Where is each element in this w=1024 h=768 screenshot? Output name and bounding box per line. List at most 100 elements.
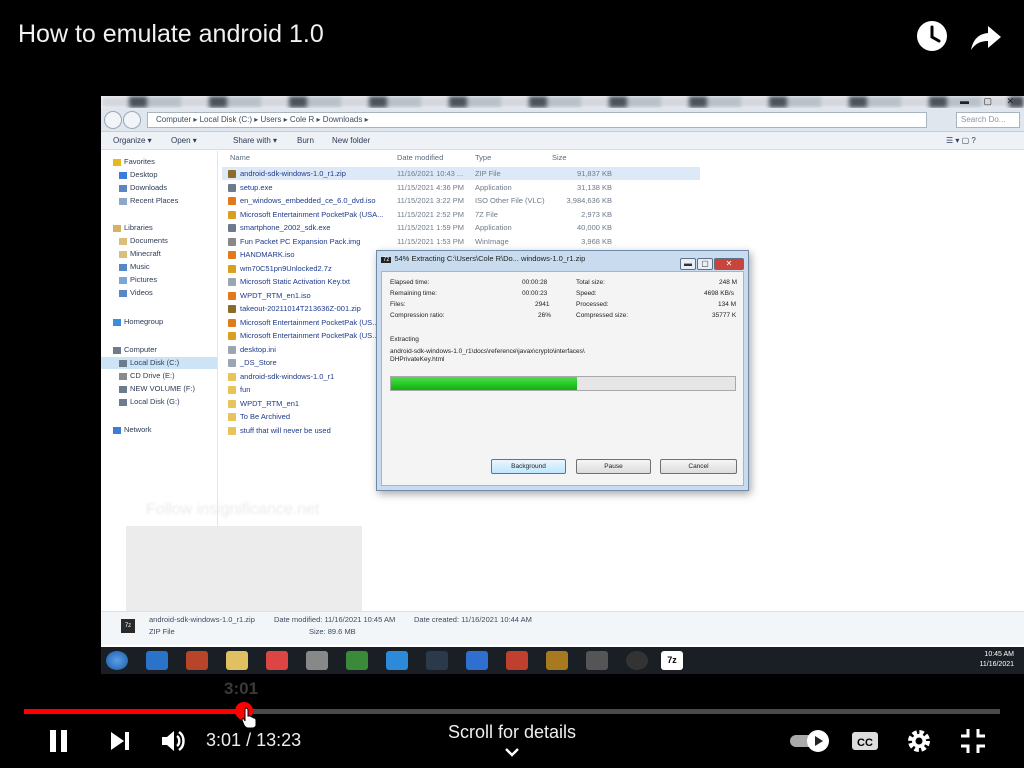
column-header-size: Size <box>552 153 567 162</box>
file-icon <box>228 345 236 354</box>
time-separator: / <box>246 730 252 750</box>
explorer-toolbar: Organize ▾ Open ▾ Share with ▾ Burn New … <box>101 132 1024 150</box>
autoplay-toggle[interactable] <box>788 726 834 756</box>
nav-item: Local Disk (G:) <box>119 396 180 408</box>
stat-label: Compression ratio: <box>390 312 445 319</box>
file-icon <box>228 170 236 179</box>
virtualbox-icon <box>306 651 328 670</box>
file-name: en_windows_embedded_ce_6.0_dvd.iso <box>240 196 376 205</box>
breadcrumb-item: Downloads <box>322 115 363 124</box>
vscode-icon <box>466 651 488 670</box>
details-type: ZIP File <box>149 627 175 636</box>
forward-icon <box>123 111 141 129</box>
current-time: 3:01 <box>206 730 242 750</box>
file-icon <box>228 291 236 300</box>
file-name: setup.exe <box>240 182 273 192</box>
dialog-body: Elapsed time: 00:00:28 Remaining time: 0… <box>381 271 744 486</box>
app-icon <box>506 651 528 670</box>
window-caption-buttons: ▬ ▢ ✕ <box>959 96 1020 106</box>
library-icon <box>113 224 121 232</box>
file-name: To Be Archived <box>240 412 291 421</box>
file-name: WPDT_RTM_en1.iso <box>240 290 311 300</box>
7zip-icon: 7z <box>661 651 683 670</box>
app-icon <box>546 651 568 670</box>
file-type: ISO Other File (VLC) <box>475 196 545 205</box>
file-name: android-sdk-windows-1.0_r1 <box>240 371 335 381</box>
scroll-for-details[interactable]: Scroll for details <box>445 722 579 743</box>
pause-icon[interactable] <box>44 726 74 756</box>
blurred-window-strip <box>101 96 1024 108</box>
view-options-icon: ☰ ▾ ▢ ? <box>946 136 976 145</box>
star-icon <box>113 158 121 166</box>
file-icon <box>228 305 236 314</box>
file-icon <box>228 359 236 368</box>
disk-icon <box>119 385 127 393</box>
file-date: 11/16/2021 10:43 ... <box>397 169 464 178</box>
nav-item: Favorites <box>113 156 155 168</box>
exit-fullscreen-icon[interactable] <box>958 726 988 756</box>
nav-item: Desktop <box>119 169 158 181</box>
file-name: stuff that will never be used <box>240 425 331 435</box>
stat-value: 4698 KB/s <box>704 290 734 297</box>
stat-label: Total size: <box>576 279 605 286</box>
file-icon <box>228 183 236 192</box>
background-button: Background <box>491 459 566 474</box>
file-type: Application <box>475 182 512 192</box>
chevron-down-icon[interactable] <box>503 746 521 758</box>
nav-item: CD Drive (E:) <box>119 370 175 382</box>
nav-item: Minecraft <box>119 248 161 260</box>
file-icon <box>228 332 236 341</box>
toolbar-burn: Burn <box>297 136 314 145</box>
file-icon <box>228 278 236 287</box>
back-icon <box>104 111 122 129</box>
stat-value: 134 M <box>718 301 737 308</box>
progress-bar[interactable] <box>24 709 1000 714</box>
file-date: 11/15/2021 1:53 PM <box>397 236 464 246</box>
media-player-icon <box>186 651 208 670</box>
faded-overlay <box>126 526 362 616</box>
breadcrumb-item: Users <box>260 115 282 124</box>
file-date: 11/15/2021 4:36 PM <box>397 182 464 192</box>
share-icon[interactable] <box>968 18 1004 54</box>
file-size: 31,138 KB <box>576 182 612 192</box>
file-icon <box>228 210 236 219</box>
file-icon <box>228 399 236 408</box>
nav-item: Network <box>113 424 152 436</box>
details-pane: 7z android-sdk-windows-1.0_r1.zip ZIP Fi… <box>101 611 1024 645</box>
file-name: takeout-20211014T213636Z-001.zip <box>240 304 361 313</box>
file-row: Fun Packet PC Expansion Pack.img 11/15/20… <box>222 235 612 248</box>
stat-value: 248 M <box>719 279 738 286</box>
details-created: Date created: 11/16/2021 10:44 AM <box>414 615 532 624</box>
stat-value: 35777 K <box>712 312 737 319</box>
file-row: setup.exe 11/15/2021 4:36 PM Application 31… <box>222 181 612 194</box>
watch-later-icon[interactable] <box>914 18 950 54</box>
file-icon <box>228 386 236 395</box>
column-header-type: Type <box>475 153 492 162</box>
cc-icon[interactable]: CC <box>850 726 880 756</box>
file-type: 7Z File <box>475 209 498 219</box>
breadcrumb-item: Computer <box>156 115 192 124</box>
disk-icon <box>119 359 127 367</box>
file-date: 11/15/2021 1:59 PM <box>397 223 464 232</box>
file-name: WPDT_RTM_en1 <box>240 398 300 408</box>
volume-icon[interactable] <box>158 726 188 756</box>
steam-icon <box>426 651 448 670</box>
nav-item: Videos <box>119 287 153 299</box>
extraction-dialog: 7z 54% Extracting C:\Users\Cole R\Do... w… <box>376 250 749 491</box>
maximize-icon: ▢ <box>697 258 713 270</box>
next-icon[interactable] <box>105 726 135 756</box>
stat-value: 00:00:23 <box>522 290 548 297</box>
file-size: 91,837 KB <box>576 169 612 178</box>
file-name: Fun Packet PC Expansion Pack.img <box>240 236 361 246</box>
notepad-icon <box>346 651 368 670</box>
settings-icon[interactable] <box>904 726 934 756</box>
file-name: Microsoft Entertainment PocketPak (US... <box>240 331 379 340</box>
video-frame[interactable]: ▬ ▢ ✕ Computer ▸ Local Disk (C:) ▸ Users… <box>101 96 1024 674</box>
nav-item: Computer <box>113 344 157 356</box>
zip-file-icon: 7z <box>121 619 135 633</box>
file-type: ZIP File <box>475 169 501 178</box>
extracting-file: DHPrivateKey.html <box>390 356 445 363</box>
file-icon <box>228 426 236 435</box>
file-icon <box>228 318 236 327</box>
file-row: Microsoft Entertainment PocketPak (USA..… <box>222 208 612 221</box>
